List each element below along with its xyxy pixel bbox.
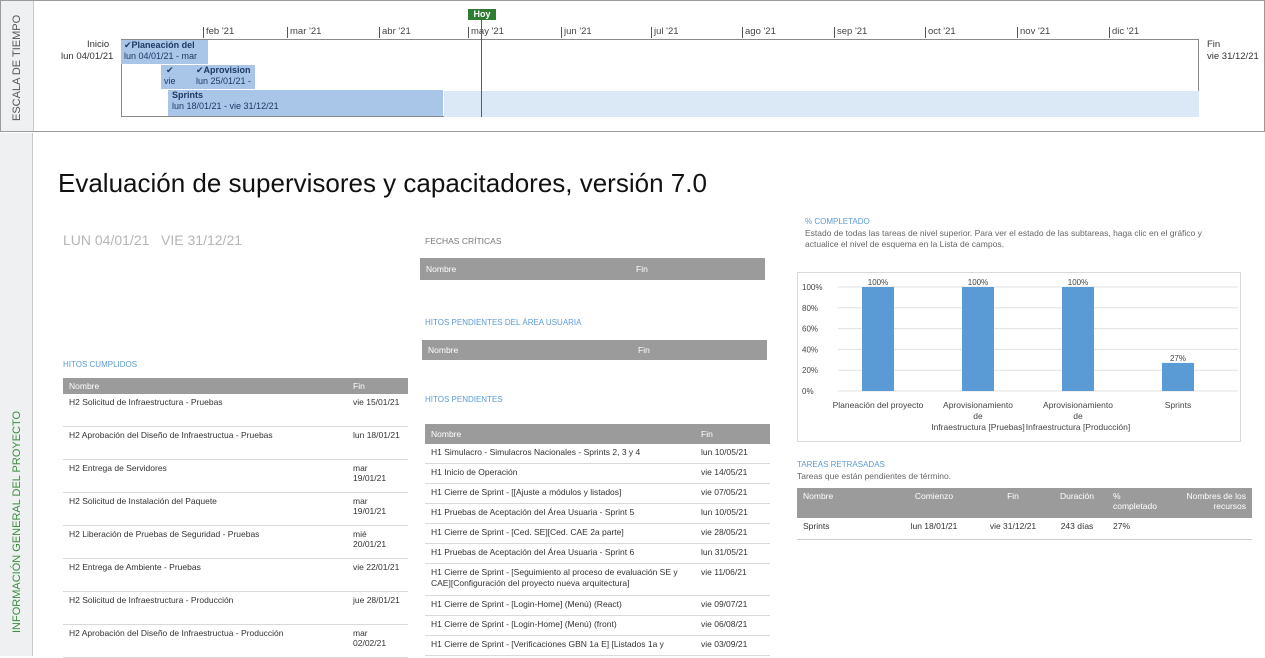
task-planeacion[interactable]: ✔Planeación del lun 04/01/21 - mar <box>121 40 208 64</box>
x-tick-label: de <box>973 411 983 421</box>
completado-bar-chart: 0% 20% 40% 60% 80% 100% 100% Planeación del pro… <box>802 278 1238 432</box>
hitos-pendientes-table: Nombre Fin H1 Simulacro - Simulacros Nac… <box>425 424 770 656</box>
data-label: 100% <box>968 278 988 287</box>
table-header: Nombre Fin <box>425 424 770 444</box>
bar <box>1062 287 1094 391</box>
table-row[interactable]: H1 Cierre de Sprint - [Login-Home] (Menú… <box>425 616 770 636</box>
month-label: jun '21 <box>561 27 592 38</box>
month-label: jul '21 <box>651 27 679 38</box>
bar <box>862 287 894 391</box>
month-label: sep '21 <box>834 27 867 38</box>
fechas-criticas-table: Nombre Fin <box>420 258 765 280</box>
y-tick-label: 60% <box>802 325 818 334</box>
month-label: dic '21 <box>1109 27 1139 38</box>
project-dates: LUN 04/01/21 VIE 31/12/21 <box>63 232 243 248</box>
end-label: Fin <box>1207 39 1221 50</box>
sprints-remaining-bar <box>444 91 1199 117</box>
y-tick-label: 0% <box>802 387 814 396</box>
check-icon: ✔ <box>166 65 174 75</box>
month-label: may '21 <box>468 27 504 38</box>
y-tick-label: 20% <box>802 366 818 375</box>
task-check-milestone[interactable]: ✔ vie <box>161 65 193 89</box>
table-row[interactable]: H1 Cierre de Sprint - [Login-Home] (Menú… <box>425 596 770 616</box>
x-tick-label: Planeación del proyecto <box>833 400 924 410</box>
table-row[interactable]: H1 Cierre de Sprint - [Verificaciones GB… <box>425 636 770 656</box>
y-tick-label: 100% <box>802 283 822 292</box>
table-row[interactable]: H2 Solicitud de Infraestructura - Produc… <box>63 592 408 625</box>
timeline-sidebar: ESCALA DE TIEMPO <box>1 1 34 131</box>
month-label: ago '21 <box>742 27 776 38</box>
task-sprints[interactable]: Sprints lun 18/01/21 - vie 31/12/21 <box>168 90 443 116</box>
x-tick-label: de <box>1073 411 1083 421</box>
y-tick-label: 80% <box>802 304 818 313</box>
bar <box>962 287 994 391</box>
table-row[interactable]: H1 Pruebas de Aceptación del Área Usuari… <box>425 544 770 564</box>
start-date: lun 04/01/21 <box>61 51 114 62</box>
tareas-retrasadas-table: Nombre Comienzo Fin Duración % completad… <box>797 488 1252 540</box>
hitos-pendientes-label: HITOS PENDIENTES <box>425 395 503 404</box>
table-row[interactable]: H1 Inicio de Operación vie 14/05/21 <box>425 464 770 484</box>
x-tick-label: Infraestructura [Producción] <box>1026 422 1130 432</box>
tareas-retrasadas-desc: Tareas que están pendientes de término. <box>797 471 952 481</box>
hitos-cumplidos-table: Nombre Fin H2 Solicitud de Infraestructu… <box>63 378 408 658</box>
table-row[interactable]: H2 Entrega de Servidores mar 19/01/21 <box>63 460 408 493</box>
completado-desc: Estado de todas las tareas de nivel supe… <box>805 228 1202 249</box>
overview-sidebar: INFORMACIÓN GENERAL DEL PROYECTO <box>0 133 33 656</box>
y-tick-label: 40% <box>802 345 818 354</box>
data-label: 27% <box>1170 354 1186 363</box>
check-icon: ✔ <box>124 40 132 50</box>
tareas-retrasadas-label: TAREAS RETRASADAS <box>797 460 885 469</box>
table-row[interactable]: H2 Liberación de Pruebas de Seguridad - … <box>63 526 408 559</box>
x-tick-label: Sprints <box>1165 400 1191 410</box>
x-tick-label: Infraestructura [Pruebas] <box>931 422 1025 432</box>
data-label: 100% <box>868 278 888 287</box>
table-row[interactable]: Sprints lun 18/01/21 vie 31/12/21 243 dí… <box>797 518 1252 540</box>
timeline-side-label: ESCALA DE TIEMPO <box>11 14 23 121</box>
x-tick-label: Aprovisionamiento <box>943 400 1013 410</box>
month-label: mar '21 <box>287 27 321 38</box>
today-marker: Hoy <box>468 9 496 20</box>
today-tick <box>481 20 482 40</box>
table-row[interactable]: H1 Simulacro - Simulacros Nacionales - S… <box>425 444 770 464</box>
page-title: Evaluación de supervisores y capacitador… <box>58 168 707 198</box>
hitos-cumplidos-label: HITOS CUMPLIDOS <box>63 360 138 369</box>
completado-label: % COMPLETADO <box>805 217 870 226</box>
month-label: feb '21 <box>203 27 234 38</box>
table-header: Nombre Fin <box>63 378 408 394</box>
table-header: Nombre Fin <box>422 340 767 360</box>
overview-side-label: INFORMACIÓN GENERAL DEL PROYECTO <box>11 410 23 633</box>
start-label: Inicio <box>87 39 110 50</box>
today-line <box>481 39 482 117</box>
hitos-usuaria-table: Nombre Fin <box>422 340 767 360</box>
table-row[interactable]: H2 Aprobación del Diseño de Infraestruct… <box>63 427 408 460</box>
timeline-panel: ESCALA DE TIEMPO Inicio lun 04/01/21 Fin… <box>0 0 1265 132</box>
month-label: abr '21 <box>379 27 411 38</box>
task-aprovision[interactable]: ✔Aprovision lun 25/01/21 - <box>193 65 255 89</box>
completado-chart[interactable]: 0% 20% 40% 60% 80% 100% 100% Planeación del pro… <box>797 272 1241 442</box>
data-label: 100% <box>1068 278 1088 287</box>
x-tick-label: Aprovisionamiento <box>1043 400 1113 410</box>
check-icon: ✔ <box>196 65 204 75</box>
table-row[interactable]: H2 Solicitud de Infraestructura - Prueba… <box>63 394 408 427</box>
bar <box>1162 362 1194 391</box>
table-row[interactable]: H2 Entrega de Ambiente - Pruebas vie 22/0… <box>63 559 408 592</box>
table-row[interactable]: H1 Pruebas de Aceptación del Área Usuari… <box>425 504 770 524</box>
table-row[interactable]: H1 Cierre de Sprint - [[Ajuste a módulos… <box>425 484 770 504</box>
month-label: nov '21 <box>1017 27 1050 38</box>
fechas-criticas-label: FECHAS CRÍTICAS <box>425 236 502 246</box>
table-row[interactable]: H2 Solicitud de Instalación del Paquete m… <box>63 493 408 526</box>
table-header: Nombre Fin <box>420 258 765 280</box>
month-label: oct '21 <box>925 27 956 38</box>
table-row[interactable]: H1 Cierre de Sprint - [Ced. SE][Ced. CAE… <box>425 524 770 544</box>
table-row[interactable]: H1 Cierre de Sprint - [Seguimiento al pr… <box>425 564 770 596</box>
table-row[interactable]: H2 Aprobación del Diseño de Infraestruct… <box>63 625 408 658</box>
hitos-usuaria-label: HITOS PENDIENTES DEL ÁREA USUARIA <box>425 318 582 327</box>
table-header: Nombre Comienzo Fin Duración % completad… <box>797 488 1252 518</box>
end-date: vie 31/12/21 <box>1207 51 1259 62</box>
